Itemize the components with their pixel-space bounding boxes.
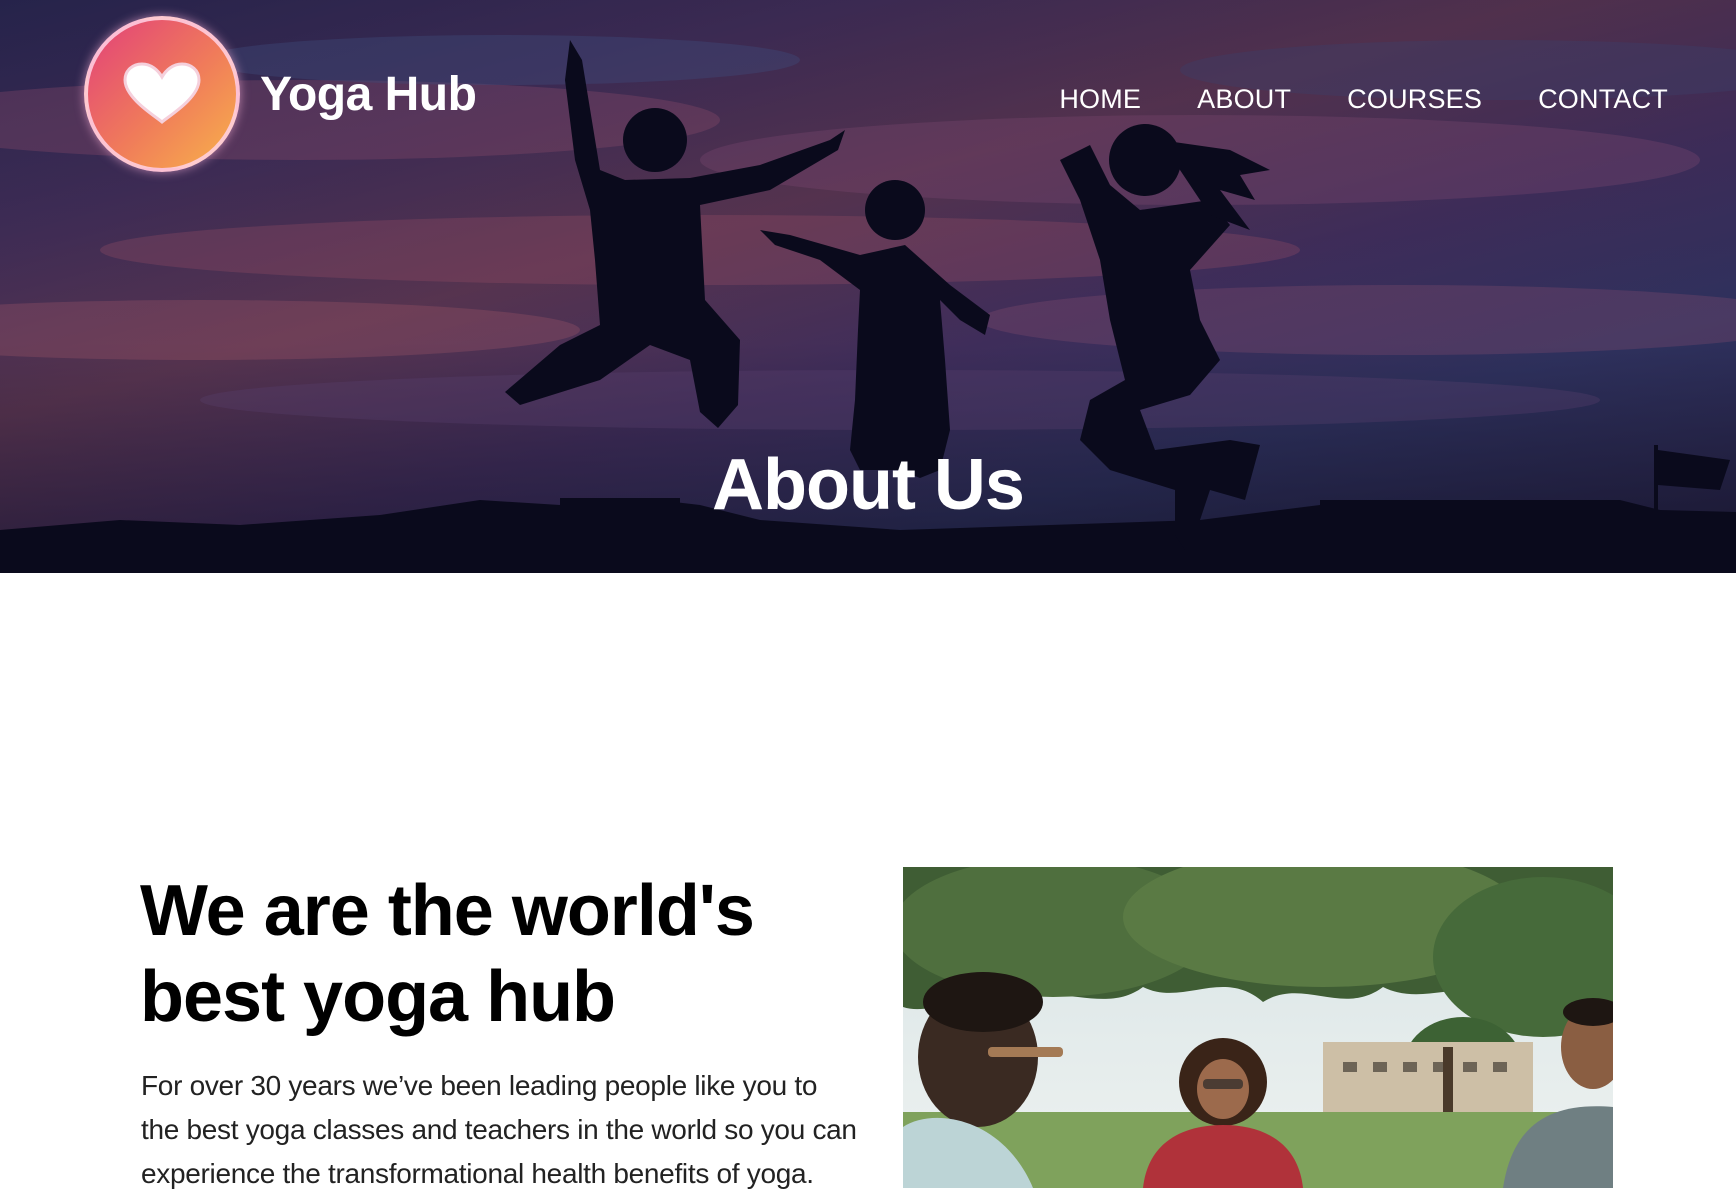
- brand-logo[interactable]: Yoga Hub: [84, 16, 477, 172]
- park-people-image: [903, 867, 1613, 1188]
- brand-name: Yoga Hub: [260, 67, 477, 121]
- main-nav: HOME ABOUT COURSES CONTACT: [1003, 84, 1668, 115]
- page-title: About Us: [712, 445, 1025, 525]
- group-yoga-photo: [903, 867, 1613, 1188]
- hero-banner: Yoga Hub HOME ABOUT COURSES CONTACT Abou…: [0, 0, 1736, 573]
- nav-home[interactable]: HOME: [1059, 84, 1141, 115]
- heart-icon: [123, 62, 201, 124]
- about-paragraph: For over 30 years we’ve been leading peo…: [141, 1070, 857, 1189]
- about-heading-line-1: We are the world's: [140, 871, 755, 951]
- nav-courses[interactable]: COURSES: [1347, 84, 1482, 115]
- logo-badge: [84, 16, 240, 172]
- about-heading: We are the world's best yoga hub: [140, 868, 840, 1040]
- about-heading-line-2: best yoga hub: [140, 957, 616, 1037]
- nav-contact[interactable]: CONTACT: [1538, 84, 1668, 115]
- nav-about[interactable]: ABOUT: [1197, 84, 1291, 115]
